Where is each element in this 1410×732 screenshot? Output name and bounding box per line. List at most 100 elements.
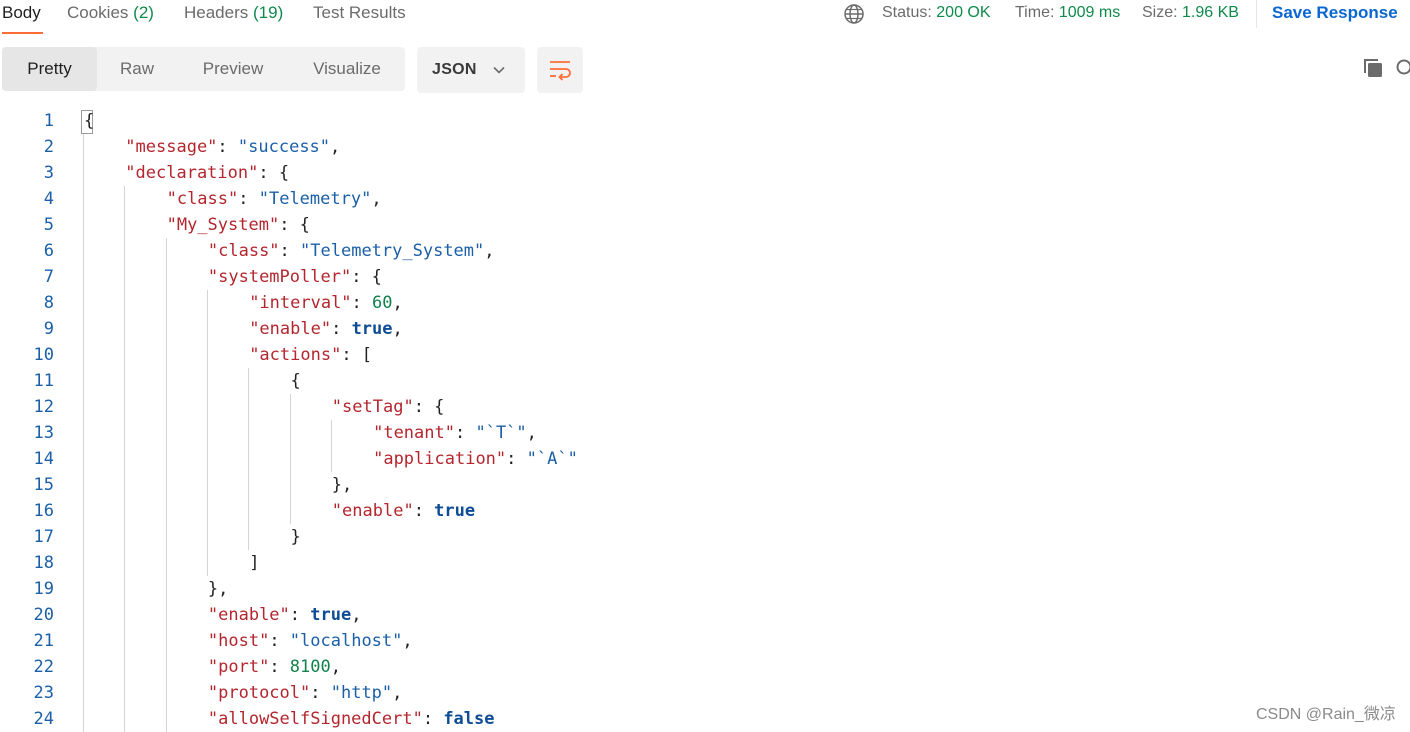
json-token: { [84, 111, 94, 131]
view-mode-visualize[interactable]: Visualize [297, 47, 397, 91]
status-code[interactable]: Status: 200 OK [882, 4, 991, 22]
json-token: 60 [372, 293, 392, 313]
code-line: 15}, [0, 472, 1410, 498]
code-text: "class": "Telemetry_System", [208, 238, 495, 264]
json-token: : [423, 709, 443, 729]
line-number: 15 [0, 472, 54, 498]
json-token: "allowSelfSignedCert" [208, 709, 423, 729]
line-number: 18 [0, 550, 54, 576]
code-text: "systemPoller": { [208, 264, 382, 290]
json-token: , [527, 423, 537, 443]
json-token: true [310, 605, 351, 625]
line-number: 3 [0, 160, 54, 186]
code-line: 24"allowSelfSignedCert": false [0, 706, 1410, 732]
view-mode-raw[interactable]: Raw [102, 47, 172, 91]
json-token: "class" [167, 189, 239, 209]
response-size[interactable]: Size: 1.96 KB [1142, 4, 1239, 22]
json-token: ] [249, 553, 259, 573]
json-token: "message" [125, 137, 217, 157]
view-mode-preview[interactable]: Preview [187, 47, 279, 91]
time-label: Time: [1015, 4, 1054, 21]
json-token: , [351, 605, 361, 625]
json-token: : [269, 657, 289, 677]
code-text: "interval": 60, [249, 290, 403, 316]
code-text: "protocol": "http", [208, 680, 403, 706]
code-line: 10"actions": [ [0, 342, 1410, 368]
json-token: "tenant" [373, 423, 455, 443]
line-number: 1 [0, 108, 54, 134]
wrap-lines-icon [548, 59, 572, 81]
line-number: 17 [0, 524, 54, 550]
json-token: : { [258, 163, 289, 183]
json-token: : { [351, 267, 382, 287]
cookies-count-badge: (2) [133, 3, 154, 22]
json-token: "enable" [208, 605, 290, 625]
line-number: 24 [0, 706, 54, 732]
code-line: 1{ [0, 108, 1410, 134]
json-token: : [238, 189, 258, 209]
json-token: "host" [208, 631, 269, 651]
code-line: 22"port": 8100, [0, 654, 1410, 680]
code-text: "enable": true, [249, 316, 403, 342]
globe-icon[interactable] [843, 3, 865, 25]
json-token: : [280, 241, 300, 261]
json-token: : [ [341, 345, 372, 365]
view-mode-pretty[interactable]: Pretty [2, 47, 97, 91]
json-token: "Telemetry" [259, 189, 372, 209]
line-number: 9 [0, 316, 54, 342]
copy-icon[interactable] [1362, 57, 1384, 79]
tab-body[interactable]: Body [2, 3, 41, 23]
code-line: 20"enable": true, [0, 602, 1410, 628]
status-value: 200 OK [936, 4, 990, 21]
json-token: "enable" [332, 501, 414, 521]
tab-cookies[interactable]: Cookies (2) [67, 3, 154, 23]
json-token: : [290, 605, 310, 625]
indent-guide [83, 134, 84, 732]
code-line: 2"message": "success", [0, 134, 1410, 160]
json-token: : { [279, 215, 310, 235]
json-token: , [371, 189, 381, 209]
code-text: "declaration": { [125, 160, 289, 186]
json-token: , [484, 241, 494, 261]
json-token: , [392, 683, 402, 703]
response-body-viewer[interactable]: 1{2"message": "success",3"declaration": … [0, 108, 1410, 729]
wrap-lines-button[interactable] [537, 47, 583, 93]
headers-count-badge: (19) [253, 3, 283, 22]
json-token: "declaration" [125, 163, 258, 183]
json-token: "http" [331, 683, 392, 703]
code-line: 14"application": "`A`" [0, 446, 1410, 472]
json-token: "`A`" [527, 449, 578, 469]
search-icon[interactable] [1394, 57, 1410, 79]
json-token: true [352, 319, 393, 339]
line-number: 10 [0, 342, 54, 368]
size-value: 1.96 KB [1182, 4, 1239, 21]
code-text: "port": 8100, [208, 654, 341, 680]
tab-test-results[interactable]: Test Results [313, 3, 406, 23]
code-line: 12"setTag": { [0, 394, 1410, 420]
code-text: "tenant": "`T`", [373, 420, 537, 446]
status-label: Status: [882, 4, 932, 21]
save-response-button[interactable]: Save Response [1272, 3, 1398, 23]
code-line: 18] [0, 550, 1410, 576]
indent-guide [331, 420, 332, 472]
json-token: : [217, 137, 237, 157]
json-token: } [291, 527, 301, 547]
code-text: "setTag": { [332, 394, 445, 420]
code-text: "class": "Telemetry", [167, 186, 382, 212]
format-select[interactable]: JSON [417, 47, 525, 93]
json-token: : [506, 449, 526, 469]
tab-headers[interactable]: Headers (19) [184, 3, 283, 23]
code-text: "My_System": { [167, 212, 310, 238]
code-line: 13"tenant": "`T`", [0, 420, 1410, 446]
code-text: }, [208, 576, 228, 602]
indent-guide [248, 368, 249, 550]
code-line: 19}, [0, 576, 1410, 602]
watermark: CSDN @Rain_微凉 [1256, 700, 1396, 724]
line-number: 23 [0, 680, 54, 706]
json-token: "application" [373, 449, 506, 469]
json-token: : { [414, 397, 445, 417]
chevron-down-icon [492, 63, 506, 77]
code-text: } [291, 524, 301, 550]
json-token: : [331, 319, 351, 339]
response-time[interactable]: Time: 1009 ms [1015, 4, 1120, 22]
